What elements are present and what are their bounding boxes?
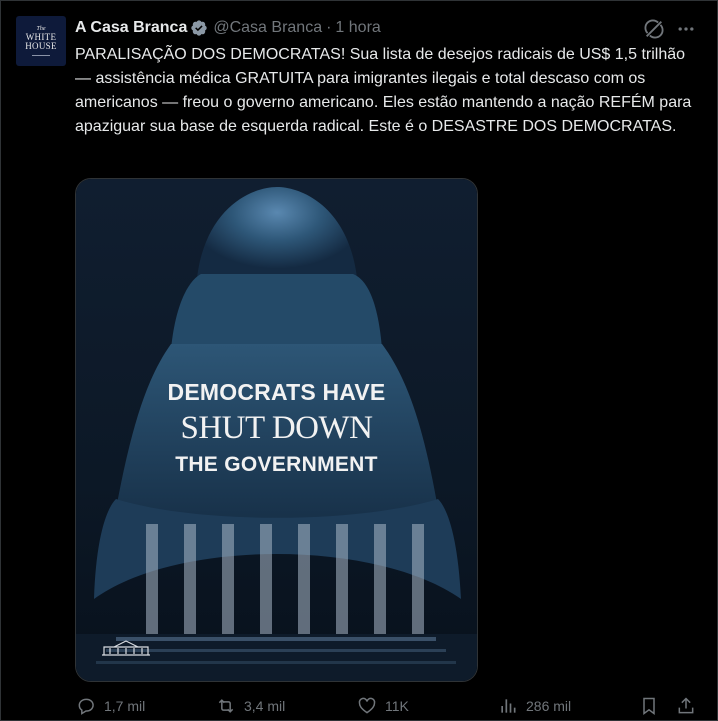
account-handle[interactable]: @Casa Branca <box>213 19 322 37</box>
account-name[interactable]: A Casa Branca <box>75 19 187 37</box>
more-icon[interactable] <box>676 19 696 44</box>
share-icon <box>678 697 694 714</box>
grok-icon[interactable] <box>643 18 665 45</box>
avatar-divider <box>32 55 50 56</box>
repost-count: 3,4 mil <box>244 698 286 714</box>
header-separator: · <box>326 19 332 36</box>
repost-button[interactable]: 3,4 mil <box>216 696 285 716</box>
like-button[interactable]: 11K <box>357 696 409 716</box>
views-count: 286 mil <box>526 698 572 714</box>
share-button[interactable] <box>676 696 696 716</box>
bookmark-button[interactable] <box>639 696 659 716</box>
repost-icon <box>218 699 234 713</box>
verified-icon[interactable] <box>190 19 208 37</box>
views-icon <box>501 699 516 713</box>
poster-headline-line3: THE GOVERNMENT <box>175 453 378 476</box>
reply-button[interactable]: 1,7 mil <box>76 696 145 716</box>
reply-icon <box>78 698 94 715</box>
poster-headline-line1: DEMOCRATS HAVE <box>167 379 386 405</box>
like-count: 11K <box>385 698 409 714</box>
tweet-header: A Casa Branca @Casa Branca · 1 hora <box>75 19 381 37</box>
tweet-actions-bar: 1,7 mil 3,4 mil 11K 286 mil <box>0 696 718 720</box>
reply-count: 1,7 mil <box>104 698 146 714</box>
like-icon <box>358 697 376 714</box>
poster-headline-line2: SHUT DOWN <box>180 410 373 446</box>
avatar-text-house: HOUSE <box>25 41 57 51</box>
tweet-timestamp[interactable]: 1 hora <box>335 19 380 37</box>
tweet-media-image[interactable]: DEMOCRATS HAVE SHUT DOWN THE GOVERNMENT <box>75 178 478 682</box>
tweet-text: PARALISAÇÃO DOS DEMOCRATAS! Sua lista de… <box>75 46 692 135</box>
views-button[interactable]: 286 mil <box>498 696 571 716</box>
avatar[interactable]: The WHITE HOUSE <box>16 16 66 66</box>
bookmark-icon <box>643 697 655 715</box>
